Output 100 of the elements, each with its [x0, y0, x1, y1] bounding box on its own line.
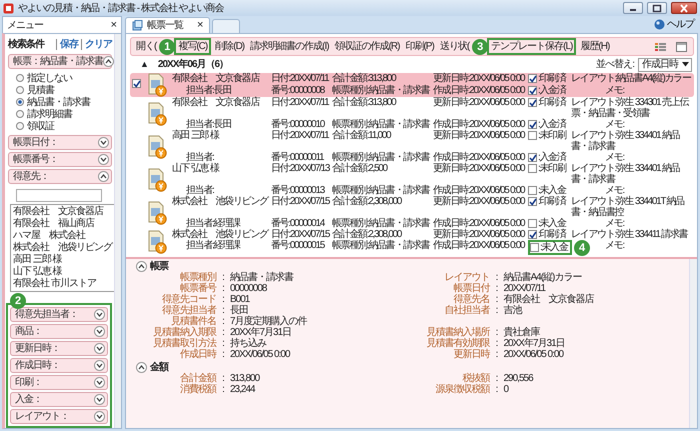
- filter-toggle[interactable]: 商品：: [10, 324, 108, 339]
- close-button[interactable]: [671, 2, 697, 14]
- document-row[interactable]: 高田 三郎 様 日付:20XX/07/11 合計金額:11,000 更新日時:20XX/06/05 0:00 :未印刷 レイアウト:弥生 334401 納品書・請求書 担当者: 番号:00000011 帳票種別:納品書・請求書 作成日時:20XX/06/05 0:00 :入金済 メモ:: [130, 130, 694, 163]
- toolbar-button[interactable]: 開く(: [134, 40, 158, 53]
- checkbox[interactable]: [528, 197, 537, 206]
- checkbox[interactable]: [528, 86, 537, 95]
- toolbar-button[interactable]: テンプレート保存(L): [489, 40, 574, 53]
- checkbox[interactable]: [528, 98, 537, 107]
- filter-toggle[interactable]: 得意先担当者：: [10, 307, 108, 322]
- separator: :: [221, 327, 225, 338]
- scrollbar[interactable]: [114, 34, 121, 428]
- number-text: 番号:00000015: [271, 240, 326, 251]
- list-item[interactable]: 高田 三郎 様: [13, 254, 115, 266]
- separator: :: [221, 349, 225, 360]
- radio-button[interactable]: [16, 98, 24, 106]
- chevron-up-icon: [103, 56, 114, 67]
- filter-toggle[interactable]: 印刷：: [10, 375, 108, 390]
- memo-label: メモ:: [605, 119, 624, 130]
- filter-toggle[interactable]: 入金：: [10, 392, 108, 407]
- filter-toggle[interactable]: 更新日時：: [10, 341, 108, 356]
- checkbox[interactable]: [528, 186, 537, 195]
- field-value: 20XX/06/05 0:00: [230, 349, 292, 360]
- section-toggle[interactable]: [136, 261, 147, 272]
- toolbar-button[interactable]: 送り状(: [438, 40, 472, 53]
- checkbox[interactable]: [530, 243, 539, 252]
- radio-button[interactable]: [16, 74, 24, 82]
- list-item[interactable]: 株式会社 池袋リビング: [13, 242, 115, 254]
- list-item[interactable]: 有限会社 市川ストア: [13, 278, 115, 290]
- help-link[interactable]: ヘルプ: [650, 19, 698, 30]
- checkbox[interactable]: [528, 120, 537, 129]
- document-row[interactable]: 株式会社 池袋リビング 日付:20XX/07/15 合計金額:2,308,000 更新日時:20XX/06/05 0:00 :印刷済 レイアウト:弥生 334411 請求書 担当者:経理課 番号:00000015 帳票種別:納品書・請求書 作成日時:20XX/06/05 0:00 :未入金 4 メモ:: [130, 229, 694, 255]
- clear-link[interactable]: クリア: [81, 38, 112, 50]
- checkbox[interactable]: [528, 164, 537, 173]
- layout-text: レイアウト:弥生 334401T 納品書・納品書控: [571, 196, 686, 218]
- window-title: やよいの見積・納品・請求書 - 株式会社 やよい商会: [18, 2, 225, 14]
- checkbox[interactable]: [528, 153, 537, 162]
- chevron-down-icon: [94, 309, 105, 320]
- toolbar-button[interactable]: 履歴(H): [578, 40, 612, 53]
- memo-label: メモ:: [605, 185, 624, 196]
- toolbar-button[interactable]: 領収証の作成(R): [332, 40, 402, 53]
- number-text: 番号:00000011: [271, 152, 325, 163]
- chevron-down-icon: [98, 137, 109, 148]
- group-title: 20XX年06月（6）: [158, 59, 228, 70]
- checkbox[interactable]: [528, 131, 537, 140]
- document-row[interactable]: 有限会社 文京食器店 日付:20XX/07/11 合計金額:313,800 更新日時:20XX/06/05 0:00 :印刷済 レイアウト:弥生 334301 売上伝票・納品書・受領書 担当者:長田 番号:00000010 帳票種別:納品書・請求書 作成日時:20XX/06/05 0:00 :入金済 メモ:: [130, 97, 694, 130]
- toolbar-button[interactable]: 印刷(P): [403, 40, 436, 53]
- radio-button[interactable]: [16, 86, 24, 94]
- maximize-button[interactable]: [647, 2, 667, 14]
- filter-toggle[interactable]: レイアウト：: [10, 409, 108, 424]
- field-label: 帳票種別: [179, 272, 216, 283]
- list-item[interactable]: 有限会社 文京食器店: [13, 206, 115, 218]
- radio-button[interactable]: [16, 122, 24, 130]
- field-value: 0: [504, 384, 510, 395]
- document-row[interactable]: 有限会社 文京食器店 日付:20XX/07/11 合計金額:313,800 更新日時:20XX/06/05 0:00 :印刷済 レイアウト:納品書A4(縦)カラー 担当者:長田 番号:00000008 帳票種別:納品書・請求書 作成日時:20XX/06/05 0:00 :入金済 メモ:: [130, 73, 694, 97]
- scrollbar[interactable]: [689, 259, 697, 428]
- sort-dropdown[interactable]: 作成日時: [638, 58, 692, 72]
- filter-toggle[interactable]: 帳票日付：: [8, 135, 112, 150]
- save-link[interactable]: 保存: [56, 38, 78, 50]
- document-row[interactable]: 株式会社 池袋リビング 日付:20XX/07/15 合計金額:2,308,000 更新日時:20XX/06/05 0:00 :印刷済 レイアウト:弥生 334401T 納品書・納品書控 担当者:経理課 番号:00000014 帳票種別:納品書・請求書 作成日時:20XX/06/05 0:00 :未入金 メモ:: [130, 196, 694, 229]
- field-value: B001: [230, 294, 251, 305]
- section-title: 帳票: [150, 261, 168, 272]
- field-label: 得意先名: [452, 294, 490, 305]
- document-row[interactable]: 山下 弘恵 様 日付:20XX/07/13 合計金額:2,500 更新日時:20XX/06/05 0:00 :未印刷 レイアウト:弥生 334401 納品書・請求書 担当者: 番号:00000013 帳票種別:納品書・請求書 作成日時:20XX/06/05 0:00 :未入金 メモ:: [130, 163, 694, 196]
- list-item[interactable]: 有限会社 福山商店: [13, 218, 115, 230]
- field-label: 作成日時: [179, 349, 216, 360]
- tab[interactable]: 帳票一覧 ×: [125, 17, 210, 33]
- status-label: :印刷済: [538, 229, 566, 240]
- search-field[interactable]: [16, 189, 102, 202]
- checkbox[interactable]: [528, 219, 537, 228]
- radio-button[interactable]: [16, 110, 24, 118]
- filter-toggle[interactable]: 帳票：納品書・請求書: [8, 54, 112, 69]
- customer-name: 山下 弘恵 様: [172, 163, 220, 174]
- separator: :: [221, 272, 225, 283]
- person-text: 担当者:: [185, 152, 214, 163]
- toolbar-button[interactable]: 複写(C): [176, 40, 210, 53]
- field-label: 見積書件名: [171, 316, 216, 327]
- list-view-icon[interactable]: [655, 42, 666, 52]
- date-text: 日付:20XX/07/11: [271, 97, 329, 108]
- chevron-up-icon: [136, 261, 147, 272]
- toolbar-button[interactable]: 請求明細書の作成(I): [248, 40, 331, 53]
- list-item[interactable]: ハマ屋 株式会社: [13, 230, 115, 242]
- panel-icon[interactable]: [676, 42, 687, 52]
- filter-toggle[interactable]: 帳票番号：: [8, 152, 112, 167]
- filter-toggle[interactable]: 得意先：: [8, 169, 112, 184]
- close-button[interactable]: ×: [197, 20, 204, 31]
- filter-toggle[interactable]: 作成日時：: [10, 358, 108, 373]
- invoice-icon: [147, 73, 167, 97]
- person-text: 担当者:経理課: [185, 240, 242, 251]
- person-text: 担当者:長田: [185, 119, 232, 130]
- minimize-button[interactable]: [623, 2, 643, 14]
- toolbar-button[interactable]: 削除(D): [213, 40, 246, 53]
- list-item[interactable]: 山下 弘恵 様: [13, 266, 115, 278]
- checkbox[interactable]: [132, 79, 141, 88]
- section-toggle[interactable]: [136, 362, 147, 373]
- checkbox[interactable]: [528, 74, 537, 83]
- section-title: 検索条件: [8, 38, 46, 50]
- close-button[interactable]: ×: [110, 20, 117, 30]
- separator: :: [221, 373, 225, 384]
- collapse-toggle[interactable]: ▲: [140, 60, 149, 69]
- checkbox[interactable]: [528, 230, 537, 239]
